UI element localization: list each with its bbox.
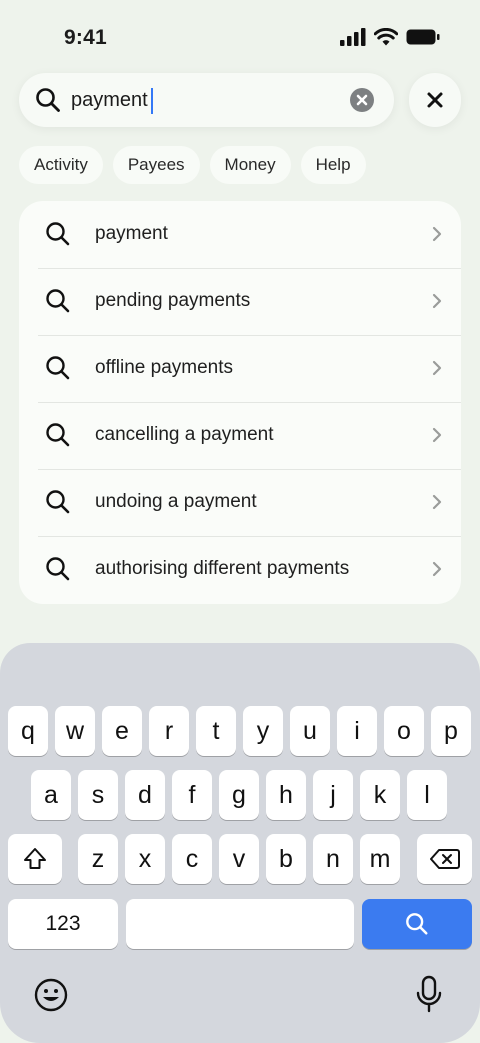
key-c[interactable]: c xyxy=(172,834,212,884)
status-icons xyxy=(340,28,440,46)
key-j[interactable]: j xyxy=(313,770,353,820)
emoji-icon xyxy=(34,978,68,1012)
key-v[interactable]: v xyxy=(219,834,259,884)
space-key[interactable] xyxy=(126,899,354,949)
suggestion-row[interactable]: pending payments xyxy=(19,268,461,335)
key-b[interactable]: b xyxy=(266,834,306,884)
key-f[interactable]: f xyxy=(172,770,212,820)
suggestion-label: authorising different payments xyxy=(95,558,350,579)
search-suggestions: payment pending payments offline payment… xyxy=(19,201,461,604)
suggestion-label: pending payments xyxy=(95,290,251,311)
close-icon xyxy=(427,92,443,108)
microphone-icon xyxy=(416,975,442,1013)
chevron-right-icon xyxy=(432,360,442,376)
clear-search-button[interactable] xyxy=(350,88,374,112)
search-icon xyxy=(46,222,70,246)
key-r[interactable]: r xyxy=(149,706,189,756)
battery-icon xyxy=(406,29,440,45)
key-o[interactable]: o xyxy=(384,706,424,756)
chevron-right-icon xyxy=(432,293,442,309)
wifi-icon xyxy=(374,28,398,46)
key-g[interactable]: g xyxy=(219,770,259,820)
close-search-button[interactable] xyxy=(409,73,461,127)
chip-payees[interactable]: Payees xyxy=(112,146,200,184)
suggestion-row[interactable]: undoing a payment xyxy=(19,469,461,536)
key-e[interactable]: e xyxy=(102,706,142,756)
chevron-right-icon xyxy=(432,494,442,510)
key-d[interactable]: d xyxy=(125,770,165,820)
key-n[interactable]: n xyxy=(313,834,353,884)
search-input[interactable] xyxy=(71,83,351,117)
search-icon xyxy=(36,88,60,112)
keyboard: q w e r t y u i o p a s d f g h j k l z … xyxy=(0,643,480,1043)
chip-activity[interactable]: Activity xyxy=(19,146,103,184)
text-caret xyxy=(151,88,153,114)
backspace-key[interactable] xyxy=(417,834,472,884)
key-h[interactable]: h xyxy=(266,770,306,820)
suggestion-label: payment xyxy=(95,223,168,244)
shift-icon xyxy=(24,848,46,869)
search-icon xyxy=(46,356,70,380)
chevron-right-icon xyxy=(432,427,442,443)
filter-chips: Activity Payees Money Help xyxy=(19,146,366,184)
chip-help[interactable]: Help xyxy=(300,146,366,184)
suggestion-row[interactable]: cancelling a payment xyxy=(19,402,461,469)
key-a[interactable]: a xyxy=(31,770,71,820)
key-i[interactable]: i xyxy=(337,706,377,756)
search-key[interactable] xyxy=(362,899,472,949)
dictation-button[interactable] xyxy=(414,975,444,1015)
chevron-right-icon xyxy=(432,561,442,577)
status-time: 9:41 xyxy=(64,26,107,49)
key-k[interactable]: k xyxy=(360,770,400,820)
key-w[interactable]: w xyxy=(55,706,95,756)
search-icon xyxy=(46,289,70,313)
suggestion-label: undoing a payment xyxy=(95,491,257,512)
search-icon xyxy=(46,423,70,447)
search-icon xyxy=(46,557,70,581)
suggestion-row[interactable]: offline payments xyxy=(19,335,461,402)
search-field[interactable] xyxy=(19,73,394,127)
suggestion-label: cancelling a payment xyxy=(95,424,274,445)
key-x[interactable]: x xyxy=(125,834,165,884)
chip-money[interactable]: Money xyxy=(209,146,291,184)
emoji-button[interactable] xyxy=(33,977,69,1013)
signal-icon xyxy=(340,28,366,46)
key-u[interactable]: u xyxy=(290,706,330,756)
key-l[interactable]: l xyxy=(407,770,447,820)
key-p[interactable]: p xyxy=(431,706,471,756)
status-bar: 9:41 xyxy=(0,0,480,70)
shift-key[interactable] xyxy=(8,834,62,884)
search-icon xyxy=(46,490,70,514)
search-icon xyxy=(406,913,428,935)
backspace-icon xyxy=(429,849,460,869)
chevron-right-icon xyxy=(432,226,442,242)
numbers-key[interactable]: 123 xyxy=(8,899,118,949)
suggestion-row[interactable]: authorising different payments xyxy=(19,536,461,603)
key-q[interactable]: q xyxy=(8,706,48,756)
key-m[interactable]: m xyxy=(360,834,400,884)
key-t[interactable]: t xyxy=(196,706,236,756)
clear-icon xyxy=(356,94,368,106)
key-y[interactable]: y xyxy=(243,706,283,756)
key-z[interactable]: z xyxy=(78,834,118,884)
suggestion-row[interactable]: payment xyxy=(19,201,461,268)
suggestion-label: offline payments xyxy=(95,357,234,378)
key-s[interactable]: s xyxy=(78,770,118,820)
